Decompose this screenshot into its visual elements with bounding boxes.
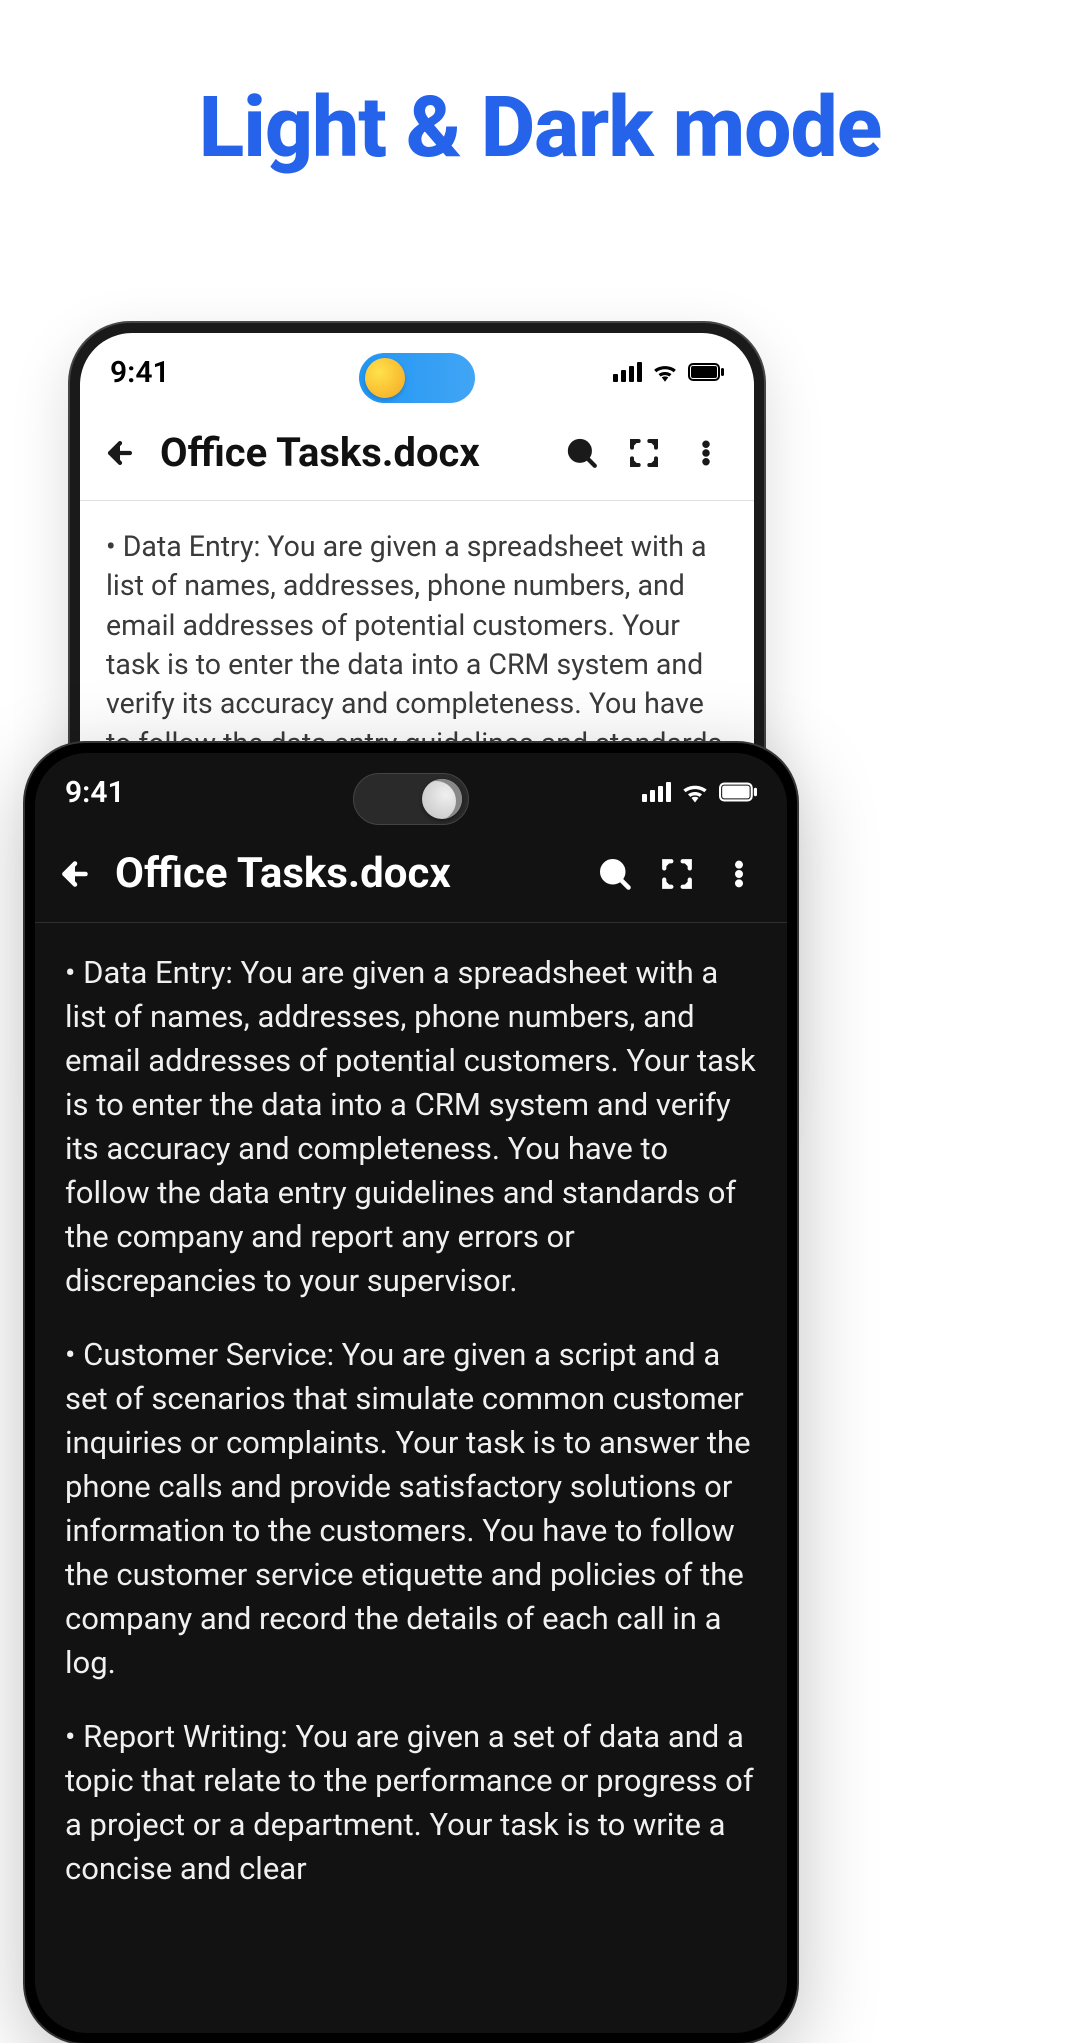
battery-icon [688, 363, 724, 381]
status-indicators [613, 362, 724, 382]
fullscreen-icon [660, 857, 694, 891]
moon-icon [422, 779, 462, 819]
doc-paragraph: Customer Service: You are given a script… [65, 1333, 757, 1685]
document-body[interactable]: Data Entry: You are given a spreadsheet … [35, 923, 787, 1949]
promo-headline: Light & Dark mode [0, 78, 1080, 177]
status-indicators [642, 781, 757, 803]
app-toolbar: Office Tasks.docx [35, 823, 787, 923]
search-icon [565, 436, 599, 470]
search-button[interactable] [593, 852, 637, 896]
cellular-signal-icon [613, 362, 642, 382]
fullscreen-icon [628, 437, 660, 469]
sun-icon [365, 358, 405, 398]
document-title: Office Tasks.docx [160, 429, 542, 476]
back-button[interactable] [98, 431, 142, 475]
search-button[interactable] [560, 431, 604, 475]
more-vertical-icon [691, 436, 721, 470]
screen-dark: 9:41 Office Tasks.docx [35, 753, 787, 2033]
status-time: 9:41 [65, 775, 125, 810]
phone-frame-dark: 9:41 Office Tasks.docx [25, 743, 797, 2043]
battery-icon [719, 782, 757, 802]
app-toolbar: Office Tasks.docx [80, 403, 754, 501]
fullscreen-button[interactable] [655, 852, 699, 896]
theme-toggle-light[interactable] [359, 353, 475, 403]
status-time: 9:41 [110, 355, 170, 390]
wifi-icon [681, 781, 709, 803]
doc-paragraph: Report Writing: You are given a set of d… [65, 1715, 757, 1891]
more-options-button[interactable] [684, 431, 728, 475]
more-vertical-icon [723, 856, 755, 892]
back-button[interactable] [53, 852, 97, 896]
fullscreen-button[interactable] [622, 431, 666, 475]
document-title: Office Tasks.docx [115, 849, 575, 898]
theme-toggle-dark[interactable] [353, 773, 469, 825]
cellular-signal-icon [642, 782, 671, 802]
doc-paragraph: Data Entry: You are given a spreadsheet … [65, 951, 757, 1303]
search-icon [597, 856, 633, 892]
more-options-button[interactable] [717, 852, 761, 896]
wifi-icon [652, 362, 678, 382]
